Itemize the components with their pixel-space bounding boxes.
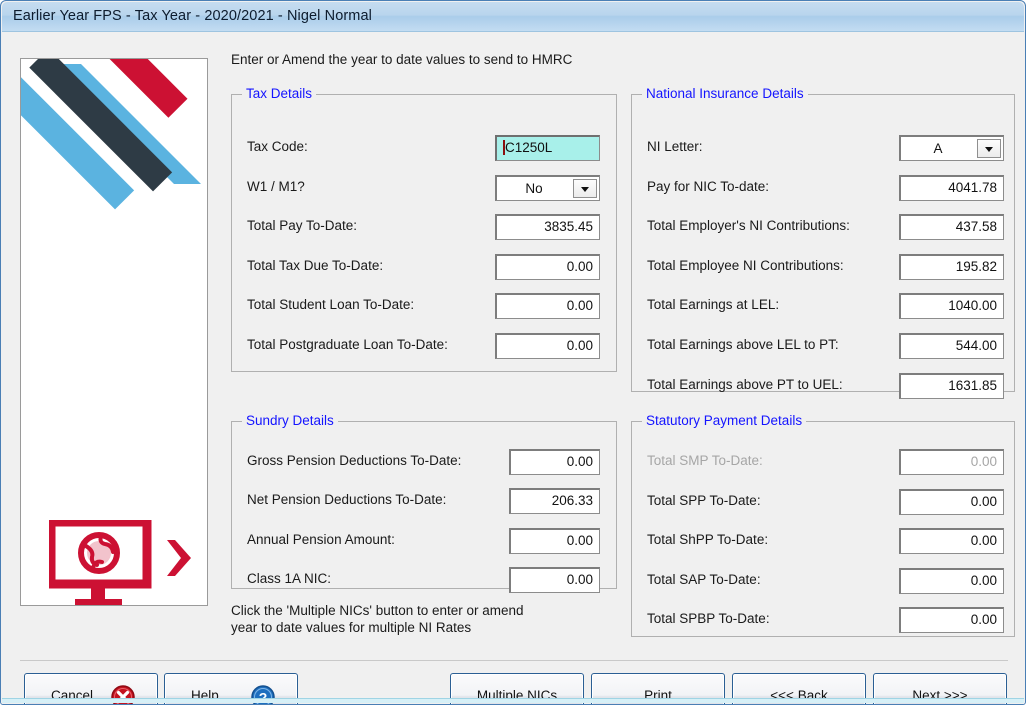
label-total-earnings-above-lel-to-pt: Total Earnings above LEL to PT: <box>647 337 839 352</box>
bottom-accent-strip <box>2 698 1024 703</box>
label-gross-pension-deductions-to-date: Gross Pension Deductions To-Date: <box>247 453 462 468</box>
label-total-pay-to-date: Total Pay To-Date: <box>247 218 358 233</box>
branding-panel <box>20 58 208 606</box>
label-total-tax-due-to-date: Total Tax Due To-Date: <box>247 258 384 273</box>
total-sap-to-date-input[interactable]: 0.00 <box>899 568 1004 594</box>
instruction-text: Enter or Amend the year to date values t… <box>231 52 573 67</box>
label-total-employee-ni-contributions: Total Employee NI Contributions: <box>647 258 844 273</box>
label-total-student-loan-to-date: Total Student Loan To-Date: <box>247 297 415 312</box>
total-spp-to-date-input[interactable]: 0.00 <box>899 489 1004 515</box>
row-total-spp-to-date: Total SPP To-Date: 0.00 <box>647 489 1004 515</box>
total-earnings-at-lel-input[interactable]: 1040.00 <box>899 293 1004 319</box>
label-total-employers-ni-contributions: Total Employer's NI Contributions: <box>647 218 850 233</box>
row-total-student-loan-to-date: Total Student Loan To-Date: 0.00 <box>247 293 602 319</box>
label-net-pension-deductions-to-date: Net Pension Deductions To-Date: <box>247 492 447 507</box>
label-w1-m1: W1 / M1? <box>247 179 305 194</box>
tax-code-value: C1250L <box>505 140 553 155</box>
total-tax-due-to-date-input[interactable]: 0.00 <box>495 254 600 280</box>
label-ni-letter: NI Letter: <box>647 139 703 154</box>
ni-letter-combo[interactable]: A <box>899 135 1004 161</box>
row-class-1a-nic: Class 1A NIC: 0.00 <box>247 567 602 593</box>
row-total-earnings-at-lel: Total Earnings at LEL: 1040.00 <box>647 293 1004 319</box>
group-title-national-insurance-details: National Insurance Details <box>642 86 808 101</box>
label-total-spbp-to-date: Total SPBP To-Date: <box>647 611 770 626</box>
total-smp-to-date-input: 0.00 <box>899 449 1004 475</box>
button-bar-separator <box>20 660 1008 661</box>
row-total-sap-to-date: Total SAP To-Date: 0.00 <box>647 568 1004 594</box>
row-total-pay-to-date: Total Pay To-Date: 3835.45 <box>247 214 602 240</box>
client-area: Enter or Amend the year to date values t… <box>2 32 1024 704</box>
total-pay-to-date-input[interactable]: 3835.45 <box>495 214 600 240</box>
red-chevron-icon <box>167 540 191 576</box>
total-earnings-above-lel-to-pt-input[interactable]: 544.00 <box>899 333 1004 359</box>
group-title-tax-details: Tax Details <box>242 86 317 101</box>
multiple-nics-hint: Click the 'Multiple NICs' button to ente… <box>231 602 611 636</box>
window-title: Earlier Year FPS - Tax Year - 2020/2021 … <box>13 8 372 24</box>
w1-m1-value: No <box>525 181 543 196</box>
group-title-sundry-details: Sundry Details <box>242 413 338 428</box>
title-bar: Earlier Year FPS - Tax Year - 2020/2021 … <box>2 2 1024 32</box>
label-pay-for-nic-to-date: Pay for NIC To-date: <box>647 179 770 194</box>
label-total-earnings-above-pt-to-uel: Total Earnings above PT to UEL: <box>647 377 843 392</box>
row-pay-for-nic-to-date: Pay for NIC To-date: 4041.78 <box>647 175 1004 201</box>
row-gross-pension-deductions-to-date: Gross Pension Deductions To-Date: 0.00 <box>247 449 602 475</box>
group-title-statutory-payment-details: Statutory Payment Details <box>642 413 807 428</box>
label-annual-pension-amount: Annual Pension Amount: <box>247 532 395 547</box>
label-total-spp-to-date: Total SPP To-Date: <box>647 493 761 508</box>
hint-line-2: year to date values for multiple NI Rate… <box>231 620 472 635</box>
row-total-smp-to-date: Total SMP To-Date: 0.00 <box>647 449 1004 475</box>
row-total-earnings-above-lel-to-pt: Total Earnings above LEL to PT: 544.00 <box>647 333 1004 359</box>
total-shpp-to-date-input[interactable]: 0.00 <box>899 528 1004 554</box>
gross-pension-deductions-to-date-input[interactable]: 0.00 <box>509 449 600 475</box>
row-total-shpp-to-date: Total ShPP To-Date: 0.00 <box>647 528 1004 554</box>
label-total-earnings-at-lel: Total Earnings at LEL: <box>647 297 780 312</box>
annual-pension-amount-input[interactable]: 0.00 <box>509 528 600 554</box>
monitor-globe-icon <box>49 520 152 605</box>
label-total-smp-to-date: Total SMP To-Date: <box>647 453 763 468</box>
hint-line-1: Click the 'Multiple NICs' button to ente… <box>231 603 524 618</box>
row-total-tax-due-to-date: Total Tax Due To-Date: 0.00 <box>247 254 602 280</box>
diagonal-stripes-logo <box>21 59 201 210</box>
row-ni-letter: NI Letter: A <box>647 135 1004 161</box>
chevron-down-icon[interactable] <box>977 139 1001 158</box>
pay-for-nic-to-date-input[interactable]: 4041.78 <box>899 175 1004 201</box>
row-total-spbp-to-date: Total SPBP To-Date: 0.00 <box>647 607 1004 633</box>
total-student-loan-to-date-input[interactable]: 0.00 <box>495 293 600 319</box>
earlier-year-fps-window: Earlier Year FPS - Tax Year - 2020/2021 … <box>0 0 1026 705</box>
label-tax-code: Tax Code: <box>247 139 308 154</box>
total-spbp-to-date-input[interactable]: 0.00 <box>899 607 1004 633</box>
tax-code-input[interactable]: C1250L <box>495 135 600 161</box>
row-tax-code: Tax Code: C1250L <box>247 135 602 161</box>
row-total-earnings-above-pt-to-uel: Total Earnings above PT to UEL: 1631.85 <box>647 373 1004 399</box>
net-pension-deductions-to-date-input[interactable]: 206.33 <box>509 488 600 514</box>
row-total-postgraduate-loan-to-date: Total Postgraduate Loan To-Date: 0.00 <box>247 333 602 359</box>
row-total-employers-ni-contributions: Total Employer's NI Contributions: 437.5… <box>647 214 1004 240</box>
total-employee-ni-contributions-input[interactable]: 195.82 <box>899 254 1004 280</box>
ni-letter-value: A <box>933 141 943 156</box>
total-employers-ni-contributions-input[interactable]: 437.58 <box>899 214 1004 240</box>
label-class-1a-nic: Class 1A NIC: <box>247 571 332 586</box>
row-net-pension-deductions-to-date: Net Pension Deductions To-Date: 206.33 <box>247 488 602 514</box>
label-total-postgraduate-loan-to-date: Total Postgraduate Loan To-Date: <box>247 337 448 352</box>
row-w1-m1: W1 / M1? No <box>247 175 602 201</box>
row-annual-pension-amount: Annual Pension Amount: 0.00 <box>247 528 602 554</box>
class-1a-nic-input[interactable]: 0.00 <box>509 567 600 593</box>
chevron-down-icon[interactable] <box>573 179 597 198</box>
total-earnings-above-pt-to-uel-input[interactable]: 1631.85 <box>899 373 1004 399</box>
row-total-employee-ni-contributions: Total Employee NI Contributions: 195.82 <box>647 254 1004 280</box>
w1-m1-combo[interactable]: No <box>495 175 600 201</box>
label-total-shpp-to-date: Total ShPP To-Date: <box>647 532 769 547</box>
total-postgraduate-loan-to-date-input[interactable]: 0.00 <box>495 333 600 359</box>
label-total-sap-to-date: Total SAP To-Date: <box>647 572 761 587</box>
